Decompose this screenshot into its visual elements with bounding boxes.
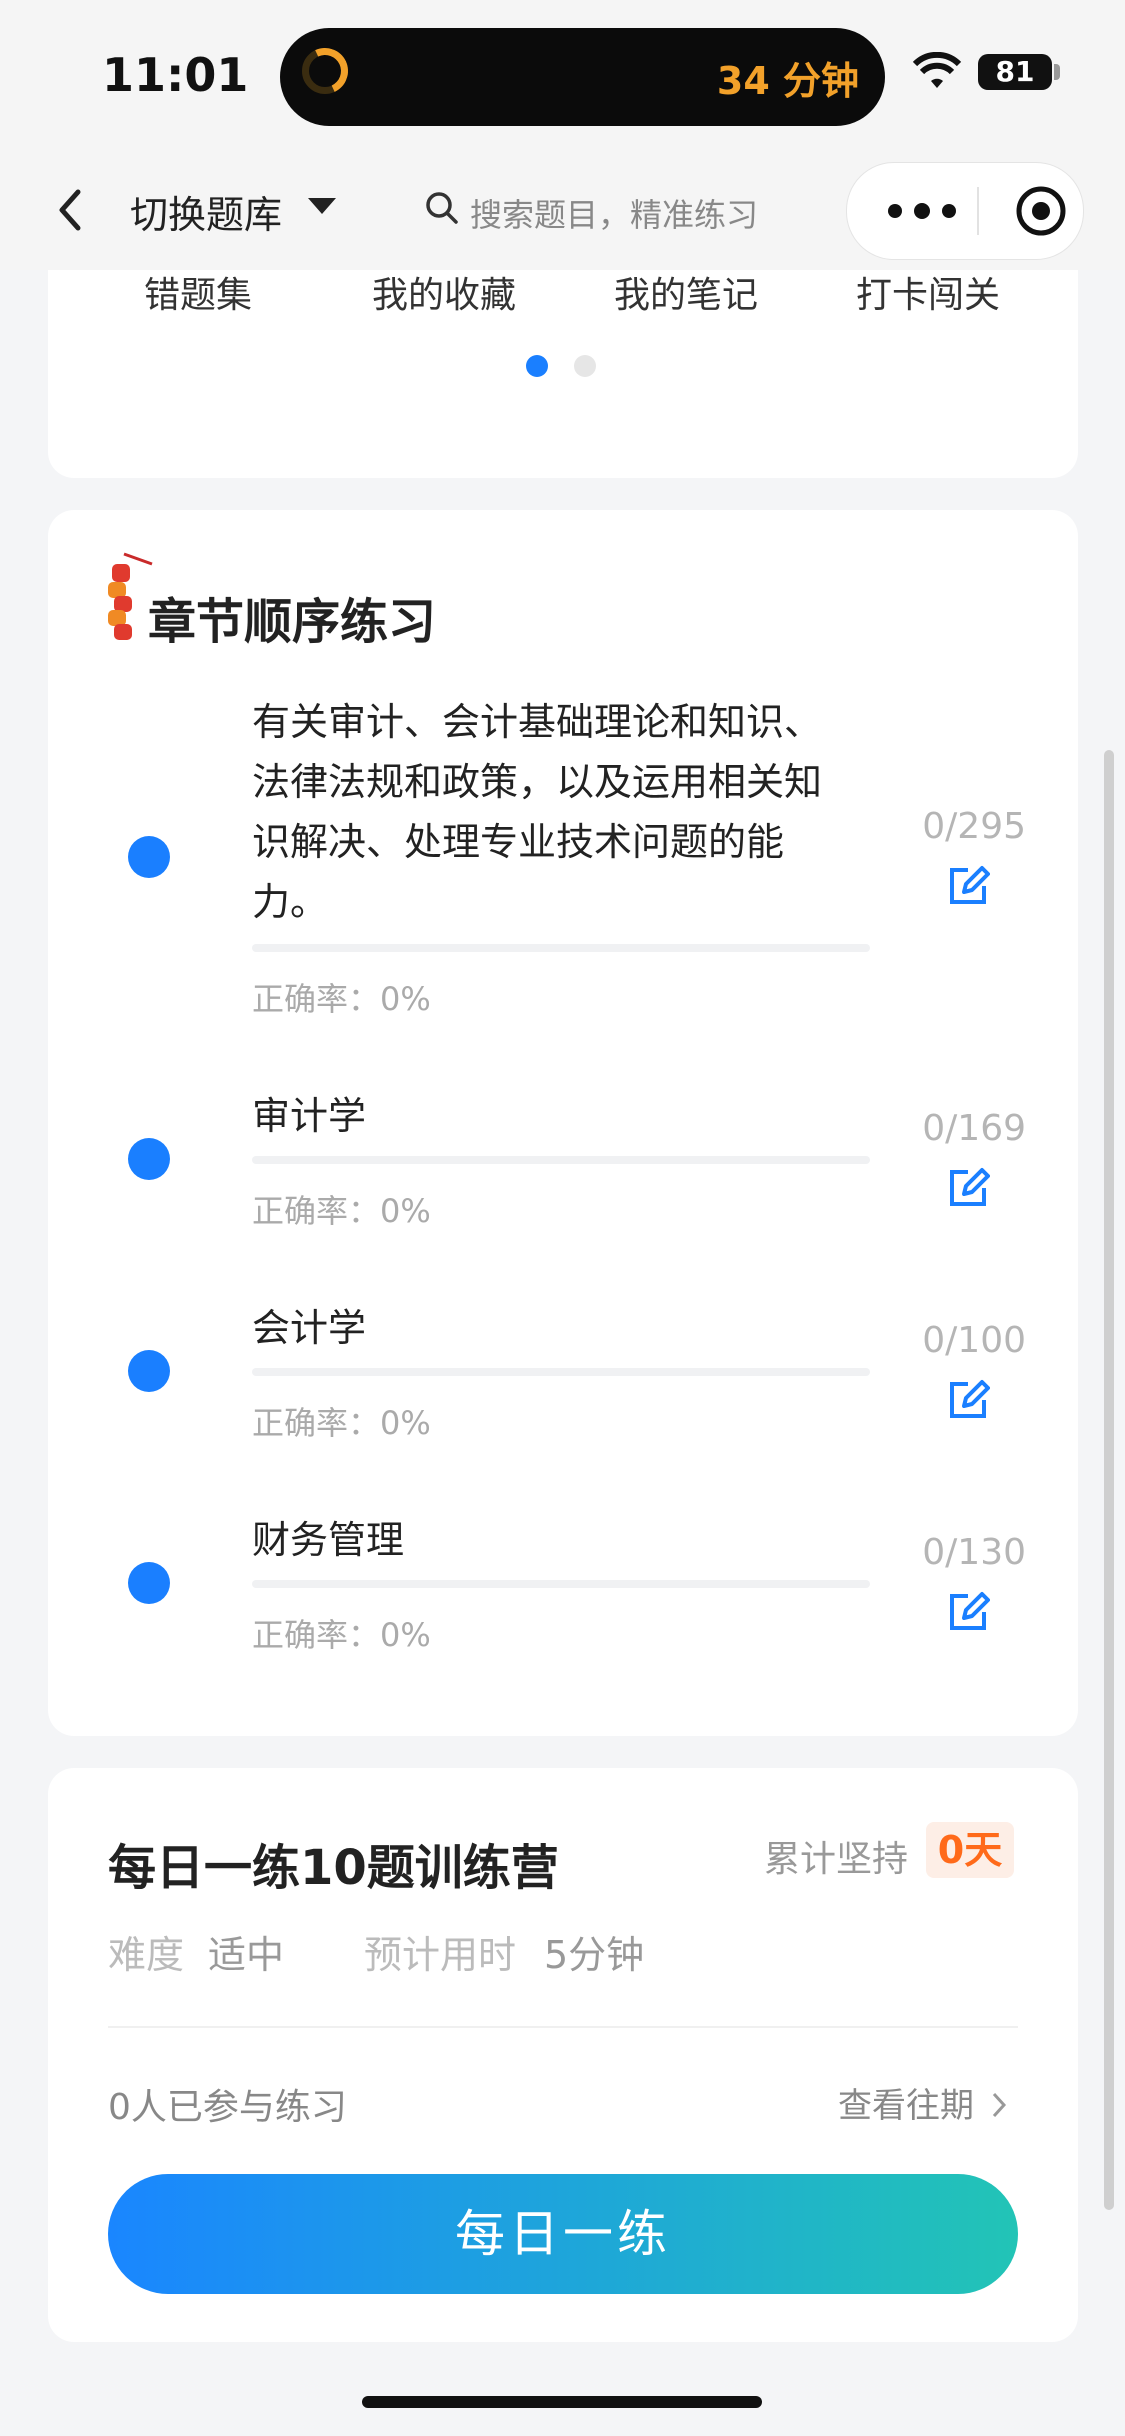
chapter-progress-bar <box>252 1580 870 1588</box>
pager-dot-active[interactable] <box>526 355 548 377</box>
camp-title: 每日一练10题训练营 <box>108 1840 559 1896</box>
back-arrow-icon[interactable] <box>50 180 90 240</box>
chapter-count: 0/295 <box>922 806 1026 847</box>
chapter-status-dot <box>128 1562 170 1604</box>
search-icon[interactable] <box>424 190 460 226</box>
chapter-title[interactable]: 会计学 <box>252 1298 842 1358</box>
history-link[interactable]: 查看往期 <box>838 2078 974 2127</box>
chapter-progress-bar <box>252 1156 870 1164</box>
participants-count: 0人已参与练习 <box>108 2087 347 2128</box>
difficulty-value: 适中 <box>208 1933 285 1977</box>
more-icon[interactable] <box>887 203 957 219</box>
chapter-title[interactable]: 审计学 <box>252 1086 842 1146</box>
edit-icon[interactable] <box>946 864 990 908</box>
tool-wrong-questions[interactable]: 错题集 <box>118 270 278 318</box>
chapter-accuracy: 正确率：0% <box>252 1616 431 1654</box>
scrollbar[interactable] <box>1104 750 1114 2210</box>
chapter-title[interactable]: 财务管理 <box>252 1510 842 1570</box>
pager-dot[interactable] <box>574 355 596 377</box>
battery-indicator: 81 <box>978 54 1052 90</box>
daily-practice-button[interactable]: 每日一练 <box>108 2174 1018 2294</box>
daily-camp-card: 每日一练10题训练营 累计坚持 0天 难度 适中 预计用时 5分钟 0人已参与练… <box>48 1768 1078 2342</box>
chevron-right-icon[interactable] <box>988 2088 1010 2122</box>
chapter-progress-bar <box>252 944 870 952</box>
tools-card: 错题集 我的收藏 我的笔记 打卡闯关 <box>48 270 1078 478</box>
chapter-accuracy: 正确率：0% <box>252 980 431 1018</box>
chapter-progress-bar <box>252 1368 870 1376</box>
dynamic-island: 34 分钟 <box>280 28 885 126</box>
time-label: 预计用时 <box>364 1933 517 1977</box>
island-timer: 34 分钟 <box>716 59 859 103</box>
chapter-count: 0/130 <box>922 1532 1026 1573</box>
clock: 11:01 <box>102 48 249 102</box>
caret-down-icon[interactable] <box>308 198 336 214</box>
chapter-accuracy: 正确率：0% <box>252 1404 431 1442</box>
tool-checkin[interactable]: 打卡闯关 <box>848 270 1008 318</box>
home-indicator[interactable] <box>362 2396 762 2408</box>
streak-label: 累计坚持 <box>764 1839 909 1880</box>
status-bar: 11:01 34 分钟 81 <box>0 0 1125 150</box>
chapter-accuracy: 正确率：0% <box>252 1192 431 1230</box>
edit-icon[interactable] <box>946 1166 990 1210</box>
firecracker-icon <box>108 552 153 640</box>
tool-favorites[interactable]: 我的收藏 <box>364 270 524 318</box>
difficulty-label: 难度 <box>108 1933 185 1977</box>
nav-bar: 切换题库 搜索题目，精准练习 <box>0 150 1125 270</box>
search-input[interactable]: 搜索题目，精准练习 <box>470 190 758 236</box>
chapter-title[interactable]: 有关审计、会计基础理论和知识、法律法规和政策，以及运用相关知识解决、处理专业技术… <box>252 692 842 932</box>
battery-cap <box>1054 64 1060 80</box>
wifi-icon <box>912 52 962 88</box>
chapter-status-dot <box>128 1138 170 1180</box>
time-value: 5分钟 <box>544 1933 645 1977</box>
edit-icon[interactable] <box>946 1590 990 1634</box>
capsule-divider <box>977 187 979 235</box>
chapter-status-dot <box>128 1350 170 1392</box>
switch-bank-button[interactable]: 切换题库 <box>130 184 282 239</box>
mini-program-capsule <box>846 162 1084 260</box>
edit-icon[interactable] <box>946 1378 990 1422</box>
chapter-count: 0/100 <box>922 1320 1026 1361</box>
chapter-practice-card: 章节顺序练习 有关审计、会计基础理论和知识、法律法规和政策，以及运用相关知识解决… <box>48 510 1078 1736</box>
close-target-icon[interactable] <box>1015 185 1067 237</box>
divider <box>108 2026 1018 2028</box>
chapter-count: 0/169 <box>922 1108 1026 1149</box>
timer-ring-icon <box>302 48 348 94</box>
streak-badge: 0天 <box>926 1822 1014 1878</box>
tool-notes[interactable]: 我的笔记 <box>606 270 766 318</box>
section-title: 章节顺序练习 <box>148 594 437 650</box>
chapter-status-dot <box>128 836 170 878</box>
